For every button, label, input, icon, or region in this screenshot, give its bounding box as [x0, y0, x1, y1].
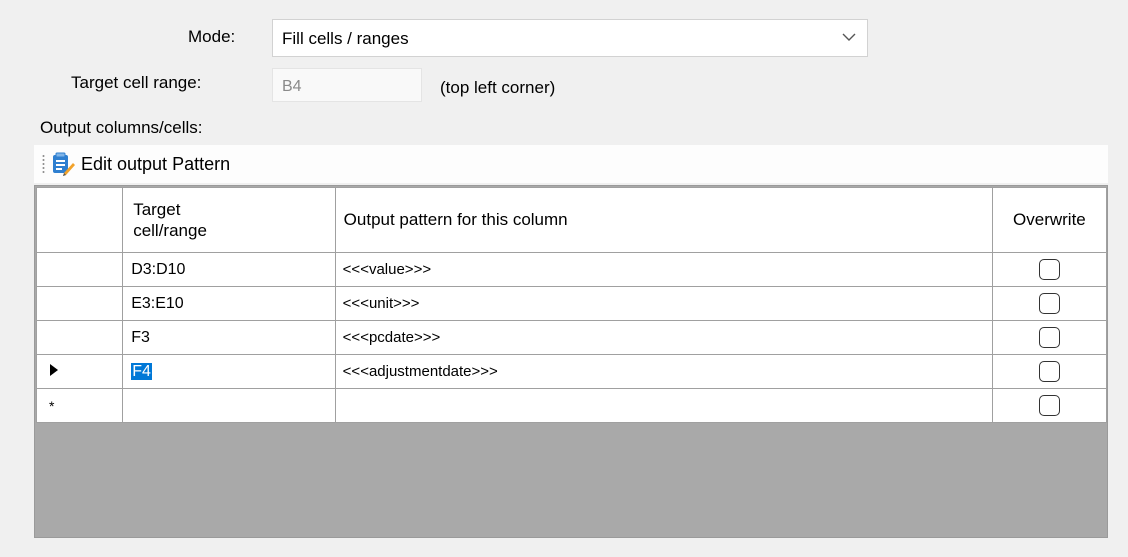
- output-pattern-table: Target cell/range Output pattern for thi…: [35, 187, 1108, 423]
- mode-label: Mode:: [188, 27, 236, 46]
- edit-output-pattern-label: Edit output Pattern: [81, 153, 231, 174]
- pattern-cell[interactable]: [334, 388, 993, 423]
- target-range-input[interactable]: B4: [272, 68, 422, 102]
- new-row-marker: *: [49, 397, 55, 414]
- target-range-label: Target cell range:: [71, 73, 202, 92]
- target-cell-text: F3: [131, 328, 150, 346]
- toolbar-grip-icon[interactable]: [42, 154, 45, 174]
- column-header-pattern-label: Output pattern for this column: [343, 210, 568, 229]
- column-header-target-label: Target cell/range: [133, 200, 207, 240]
- output-pattern-grid[interactable]: Target cell/range Output pattern for thi…: [34, 185, 1108, 538]
- pattern-cell[interactable]: <<<adjustmentdate>>>: [334, 354, 993, 389]
- overwrite-cell[interactable]: [991, 252, 1108, 287]
- overwrite-cell[interactable]: [991, 286, 1108, 321]
- row-header[interactable]: *: [35, 388, 124, 423]
- pattern-cell[interactable]: <<<unit>>>: [334, 286, 993, 321]
- overwrite-checkbox[interactable]: [1038, 259, 1060, 280]
- column-header-overwrite-label: Overwrite: [1013, 210, 1086, 229]
- table-row[interactable]: F3 <<<pcdate>>>: [35, 320, 1108, 355]
- target-cell-text: F4: [131, 362, 152, 380]
- target-cell[interactable]: [122, 388, 336, 423]
- table-row[interactable]: D3:D10 <<<value>>>: [35, 252, 1108, 287]
- overwrite-cell[interactable]: [991, 388, 1108, 423]
- pattern-cell[interactable]: <<<pcdate>>>: [334, 320, 993, 355]
- pattern-cell-text: <<<pcdate>>>: [342, 329, 441, 346]
- overwrite-checkbox[interactable]: [1038, 327, 1060, 348]
- pattern-cell-text: <<<value>>>: [342, 261, 432, 278]
- mode-dropdown[interactable]: Fill cells / ranges: [272, 19, 868, 57]
- table-header-row: Target cell/range Output pattern for thi…: [35, 187, 1108, 253]
- overwrite-checkbox[interactable]: [1038, 361, 1060, 382]
- row-header-corner[interactable]: [35, 187, 124, 253]
- overwrite-checkbox[interactable]: [1038, 293, 1060, 314]
- target-cell-text: E3:E10: [131, 294, 184, 312]
- output-columns-label: Output columns/cells:: [40, 118, 203, 137]
- row-header[interactable]: [35, 320, 124, 355]
- table-row-new[interactable]: *: [35, 388, 1108, 423]
- overwrite-cell[interactable]: [991, 320, 1108, 355]
- output-toolbar: Edit output Pattern: [34, 145, 1108, 183]
- mode-dropdown-value: Fill cells / ranges: [282, 29, 409, 48]
- table-row-current[interactable]: F4 <<<adjustmentdate>>>: [35, 354, 1108, 389]
- row-header[interactable]: [35, 252, 124, 287]
- target-cell[interactable]: D3:D10: [122, 252, 336, 287]
- row-header[interactable]: [35, 286, 124, 321]
- overwrite-cell[interactable]: [991, 354, 1108, 389]
- target-range-hint: (top left corner): [440, 78, 556, 97]
- edit-document-icon: [53, 152, 75, 176]
- pattern-cell[interactable]: <<<value>>>: [334, 252, 993, 287]
- column-header-target[interactable]: Target cell/range: [122, 187, 336, 253]
- edit-output-pattern-button[interactable]: Edit output Pattern: [50, 150, 230, 178]
- target-cell[interactable]: E3:E10: [122, 286, 336, 321]
- target-cell[interactable]: F3: [122, 320, 336, 355]
- target-cell-text: D3:D10: [131, 260, 186, 278]
- target-range-value: B4: [282, 78, 302, 95]
- column-header-overwrite[interactable]: Overwrite: [991, 187, 1108, 253]
- column-header-pattern[interactable]: Output pattern for this column: [334, 187, 993, 253]
- target-cell-selected[interactable]: F4: [122, 354, 336, 389]
- row-header[interactable]: [35, 354, 124, 389]
- table-row[interactable]: E3:E10 <<<unit>>>: [35, 286, 1108, 321]
- overwrite-checkbox[interactable]: [1038, 395, 1060, 416]
- chevron-down-icon: [842, 33, 856, 41]
- current-row-arrow-icon: [50, 364, 58, 376]
- pattern-cell-text: <<<adjustmentdate>>>: [342, 363, 498, 380]
- pattern-cell-text: <<<unit>>>: [342, 295, 420, 312]
